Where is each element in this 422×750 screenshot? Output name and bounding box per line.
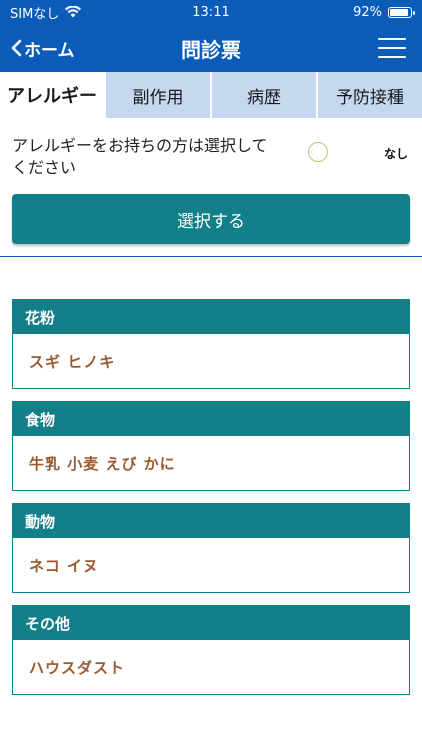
select-button[interactable]: 選択する (12, 194, 410, 244)
tab-side-effects[interactable]: 副作用 (104, 72, 210, 118)
nav-bar: ホーム 問診票 (0, 24, 422, 72)
category-items: ネコ イヌ (29, 556, 99, 575)
category-title: 花粉 (13, 300, 409, 334)
tab-vaccination[interactable]: 予防接種 (316, 72, 422, 118)
allergy-question-row: アレルギーをお持ちの方は選択してください なし (0, 118, 422, 182)
category-items: スギ ヒノキ (29, 352, 116, 371)
category-title: 食物 (13, 402, 409, 436)
none-label: なし (384, 146, 409, 161)
allergy-category-list: 花粉 スギ ヒノキ 食物 牛乳 小麦 えび かに 動物 ネコ イヌ その他 ハウ… (0, 257, 422, 695)
status-bar: SIMなし 13:11 92% (0, 0, 422, 24)
category-card-other[interactable]: その他 ハウスダスト (12, 605, 410, 695)
category-card-food[interactable]: 食物 牛乳 小麦 えび かに (12, 401, 410, 491)
battery-icon (388, 6, 415, 18)
back-button[interactable]: ホーム (10, 36, 75, 61)
category-items: ハウスダスト (29, 658, 126, 677)
category-title: 動物 (13, 504, 409, 538)
category-title: その他 (13, 606, 409, 640)
category-card-pollen[interactable]: 花粉 スギ ヒノキ (12, 299, 410, 389)
hamburger-menu-icon[interactable] (378, 38, 406, 58)
category-card-animal[interactable]: 動物 ネコ イヌ (12, 503, 410, 593)
tab-bar: アレルギー 副作用 病歴 予防接種 (0, 72, 422, 118)
question-text: アレルギーをお持ちの方は選択してください (12, 136, 268, 177)
category-items: 牛乳 小麦 えび かに (29, 454, 176, 473)
chevron-left-icon (11, 39, 22, 57)
back-label: ホーム (24, 40, 75, 61)
tab-allergy[interactable]: アレルギー (0, 72, 104, 118)
clock: 13:11 (192, 4, 230, 20)
battery-level (390, 8, 409, 16)
none-radio-button[interactable] (308, 142, 328, 162)
tab-medical-history[interactable]: 病歴 (210, 72, 316, 118)
